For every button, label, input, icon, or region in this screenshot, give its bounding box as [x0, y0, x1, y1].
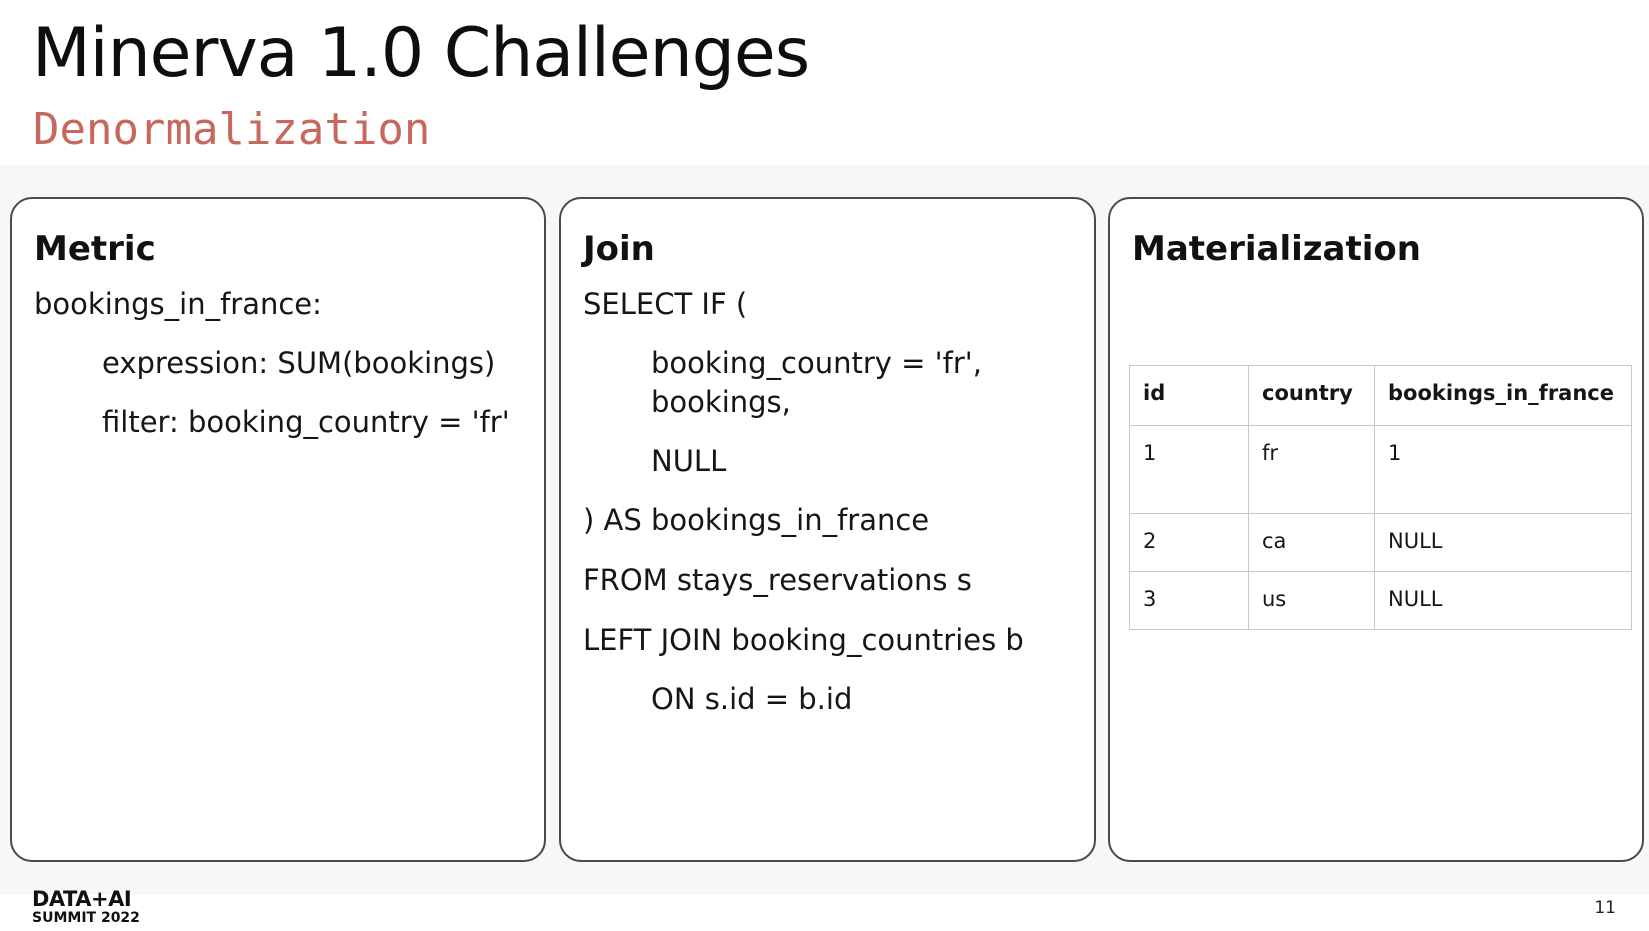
join-sql-line: ON s.id = b.id	[651, 682, 853, 716]
materialization-panel: Materialization id country bookings_in_f…	[1108, 197, 1644, 862]
table-cell: fr	[1248, 425, 1375, 514]
slide-title: Minerva 1.0 Challenges	[32, 14, 810, 93]
join-sql-line: SELECT IF (	[583, 287, 748, 321]
table-header-row: id country bookings_in_france	[1129, 365, 1632, 426]
table-cell: 2	[1129, 513, 1249, 572]
table-cell: ca	[1248, 513, 1375, 572]
materialization-panel-title: Materialization	[1132, 229, 1421, 269]
join-sql-line: ) AS bookings_in_france	[583, 503, 930, 537]
table-row: 2 ca NULL	[1129, 513, 1632, 572]
logo-event: SUMMIT 2022	[32, 910, 140, 926]
materialization-table: id country bookings_in_france 1 fr 1 2 c…	[1129, 365, 1632, 630]
table-row: 1 fr 1	[1129, 425, 1632, 514]
join-sql-line: booking_country = 'fr',	[651, 346, 982, 380]
table-header-cell: country	[1248, 365, 1375, 426]
logo-wordmark: DATA+AI	[32, 887, 132, 911]
join-sql-line: LEFT JOIN booking_countries b	[583, 623, 1024, 657]
slide-subtitle: Denormalization	[33, 104, 431, 155]
metric-filter-line: filter: booking_country = 'fr'	[102, 405, 510, 439]
table-cell: us	[1248, 571, 1375, 630]
table-cell: 1	[1374, 425, 1632, 514]
table-header-cell: bookings_in_france	[1374, 365, 1632, 426]
page-number: 11	[1594, 898, 1616, 918]
table-cell: NULL	[1374, 513, 1632, 572]
metric-expression-line: expression: SUM(bookings)	[102, 346, 496, 380]
metric-panel: Metric bookings_in_france: expression: S…	[10, 197, 546, 862]
join-sql-line: bookings,	[651, 385, 791, 419]
metric-panel-title: Metric	[34, 229, 156, 269]
table-cell: 3	[1129, 571, 1249, 630]
table-cell: NULL	[1374, 571, 1632, 630]
table-cell: 1	[1129, 425, 1249, 514]
summit-logo: DATA+AI SUMMIT 2022	[32, 887, 140, 926]
table-header-cell: id	[1129, 365, 1249, 426]
metric-name-line: bookings_in_france:	[34, 287, 322, 321]
table-row: 3 us NULL	[1129, 571, 1632, 630]
join-panel: Join SELECT IF ( booking_country = 'fr',…	[559, 197, 1096, 862]
join-sql-line: FROM stays_reservations s	[583, 563, 972, 597]
join-sql-line: NULL	[651, 444, 727, 478]
join-panel-title: Join	[583, 229, 655, 269]
